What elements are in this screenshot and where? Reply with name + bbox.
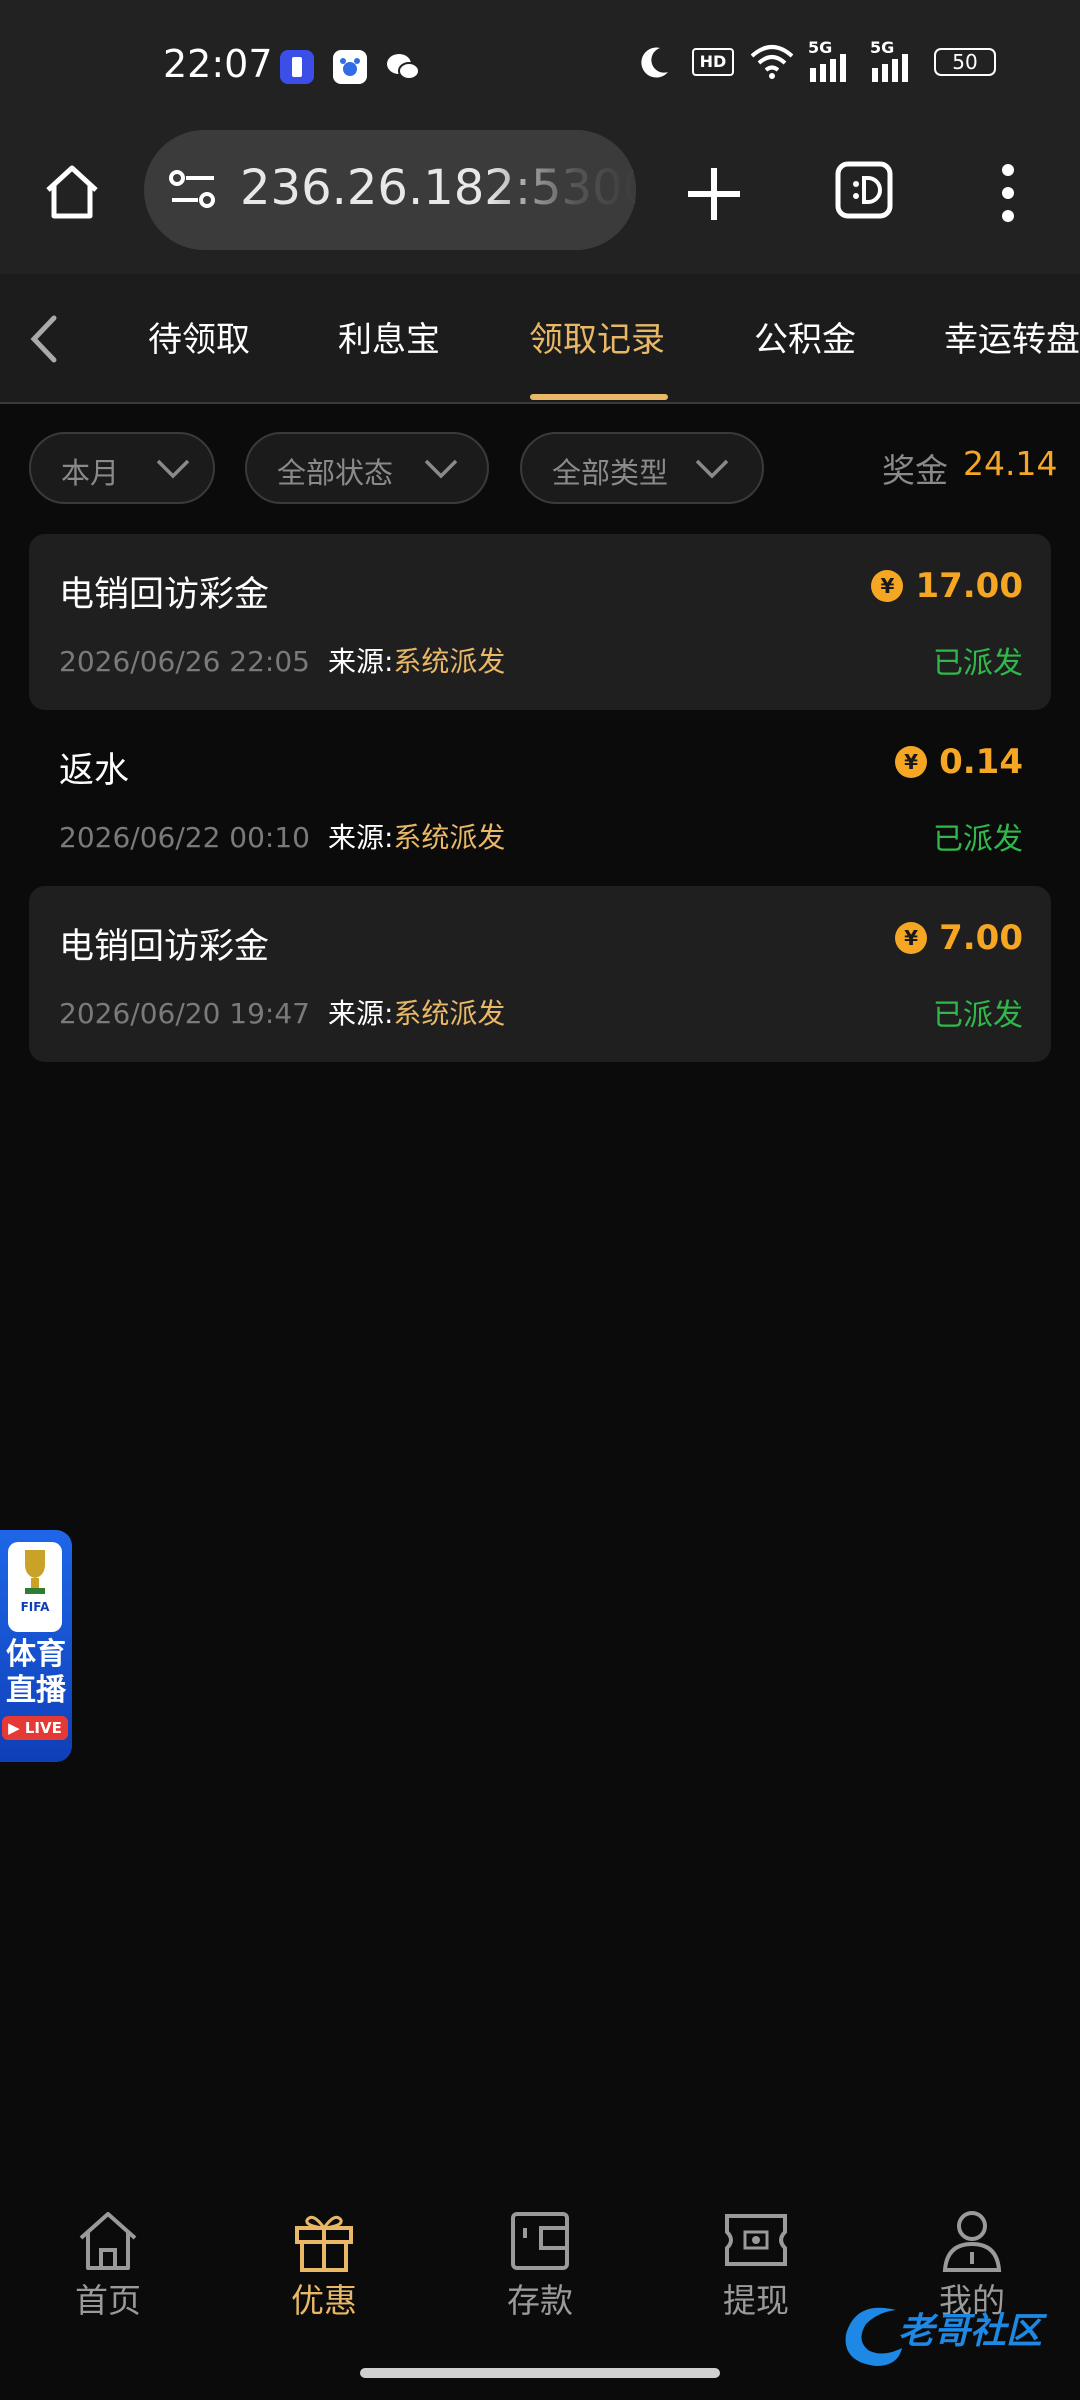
active-tab-indicator [530, 394, 668, 400]
record-status: 已派发 [933, 998, 1023, 1033]
record-amount-value: 17.00 [915, 566, 1023, 606]
chevron-down-icon [695, 459, 729, 479]
tab-provident-fund[interactable]: 公积金 [754, 312, 856, 361]
record-status: 已派发 [933, 646, 1023, 681]
record-title: 电销回访彩金 [59, 575, 270, 615]
live-line1: 体育 [6, 1637, 66, 1672]
chevron-down-icon [424, 459, 458, 479]
record-status: 已派发 [933, 822, 1023, 857]
nav-deposit-label: 存款 [507, 2281, 573, 2320]
record-amount: ¥17.00 [871, 566, 1023, 606]
record-source-label: 来源: [327, 821, 394, 854]
nav-home[interactable]: 首页 [38, 2208, 178, 2328]
coin-icon: ¥ [895, 922, 928, 954]
tab-lucky-wheel[interactable]: 幸运转盘 [944, 312, 1080, 361]
gift-icon [295, 2215, 353, 2272]
site-settings-icon[interactable] [168, 168, 218, 212]
new-tab-icon[interactable] [680, 160, 748, 228]
community-watermark: 老哥社区 [836, 2296, 1066, 2372]
watermark-text: 老哥社区 [898, 2311, 1043, 2352]
live-tag: ▶ LIVE [2, 1716, 68, 1740]
record-item[interactable]: 返水 2026/06/22 00:10 来源:系统派发 ¥0.14 已派发 [29, 710, 1051, 886]
user-icon [942, 2211, 1002, 2272]
status-filter-label: 全部状态 [277, 456, 394, 490]
period-filter-label: 本月 [61, 456, 120, 490]
status-bar: 22:07 HD 5G 5G 50 [0, 0, 1080, 130]
address-bar[interactable]: 236.26.182:53007 [144, 130, 636, 250]
wechat-icon [385, 50, 420, 84]
coin-icon: ¥ [895, 746, 928, 778]
record-source: 系统派发 [393, 645, 506, 678]
record-time: 2026/06/22 00:10 [59, 821, 310, 854]
record-time: 2026/06/26 22:05 [59, 645, 310, 678]
battery-level: 50 [952, 50, 978, 74]
record-meta: 2026/06/26 22:05 来源:系统派发 [59, 640, 505, 680]
more-menu-icon[interactable] [990, 158, 1026, 228]
nav-promotions-label: 优惠 [291, 2281, 357, 2320]
tab-switcher-icon[interactable] [834, 160, 894, 220]
trophy-icon [25, 1550, 45, 1594]
nav-deposit[interactable]: 存款 [470, 2208, 610, 2328]
coin-icon: ¥ [871, 570, 904, 602]
record-title: 电销回访彩金 [59, 927, 270, 967]
record-source-label: 来源: [327, 997, 394, 1030]
wallet-icon [511, 2212, 569, 2270]
type-filter-label: 全部类型 [552, 456, 669, 490]
nav-home-label: 首页 [75, 2281, 141, 2320]
nav-withdraw-label: 提现 [723, 2281, 789, 2320]
browser-toolbar: 236.26.182:53007 [0, 130, 1080, 274]
tab-claim-records[interactable]: 领取记录 [529, 312, 665, 361]
5g-signal-icon: 5G [808, 38, 858, 82]
record-amount: ¥7.00 [895, 918, 1023, 958]
record-source-label: 来源: [327, 645, 394, 678]
type-filter[interactable]: 全部类型 [520, 432, 764, 504]
status-time: 22:07 [163, 42, 273, 86]
5g-signal-icon: 5G [870, 38, 920, 82]
fifa-label: FIFA [20, 1600, 50, 1614]
url-fade [486, 130, 636, 250]
record-source: 系统派发 [393, 821, 506, 854]
live-line2: 直播 [6, 1673, 66, 1708]
moon-icon [641, 47, 668, 78]
record-amount-value: 7.00 [939, 918, 1023, 958]
record-meta: 2026/06/20 19:47 来源:系统派发 [59, 992, 505, 1032]
battery-icon: 50 [934, 48, 996, 76]
status-filter[interactable]: 全部状态 [245, 432, 489, 504]
record-amount-value: 0.14 [939, 742, 1023, 782]
record-item[interactable]: 电销回访彩金 2026/06/26 22:05 来源:系统派发 ¥17.00 已派… [29, 534, 1051, 710]
wifi-icon [750, 45, 794, 79]
gesture-bar[interactable] [360, 2368, 720, 2378]
home-icon [79, 2212, 137, 2270]
record-time: 2026/06/20 19:47 [59, 997, 310, 1030]
category-tabs: 待领取 利息宝 领取记录 公积金 幸运转盘 [0, 274, 1080, 404]
record-amount: ¥0.14 [895, 742, 1023, 782]
chevron-left-icon[interactable] [22, 312, 66, 366]
flashlight-app-icon [280, 50, 314, 84]
sports-live-badge[interactable]: FIFA 体育 直播 ▶ LIVE [0, 1530, 72, 1762]
bonus-label: 奖金 [882, 451, 948, 490]
home-icon[interactable] [40, 160, 104, 224]
cash-ticket-icon [725, 2214, 787, 2266]
hd-icon: HD [692, 48, 734, 76]
record-item[interactable]: 电销回访彩金 2026/06/20 19:47 来源:系统派发 ¥7.00 已派发 [29, 886, 1051, 1062]
record-meta: 2026/06/22 00:10 来源:系统派发 [59, 816, 505, 856]
chevron-down-icon [156, 459, 190, 479]
baidu-app-icon [333, 50, 367, 84]
nav-promotions[interactable]: 优惠 [254, 2208, 394, 2328]
tab-pending[interactable]: 待领取 [148, 312, 250, 361]
period-filter[interactable]: 本月 [29, 432, 215, 504]
record-source: 系统派发 [393, 997, 506, 1030]
nav-withdraw[interactable]: 提现 [686, 2208, 826, 2328]
tab-interest[interactable]: 利息宝 [338, 312, 440, 361]
bonus-total: 24.14 [963, 444, 1058, 483]
record-title: 返水 [59, 751, 130, 791]
fifa-logo: FIFA [8, 1542, 62, 1632]
